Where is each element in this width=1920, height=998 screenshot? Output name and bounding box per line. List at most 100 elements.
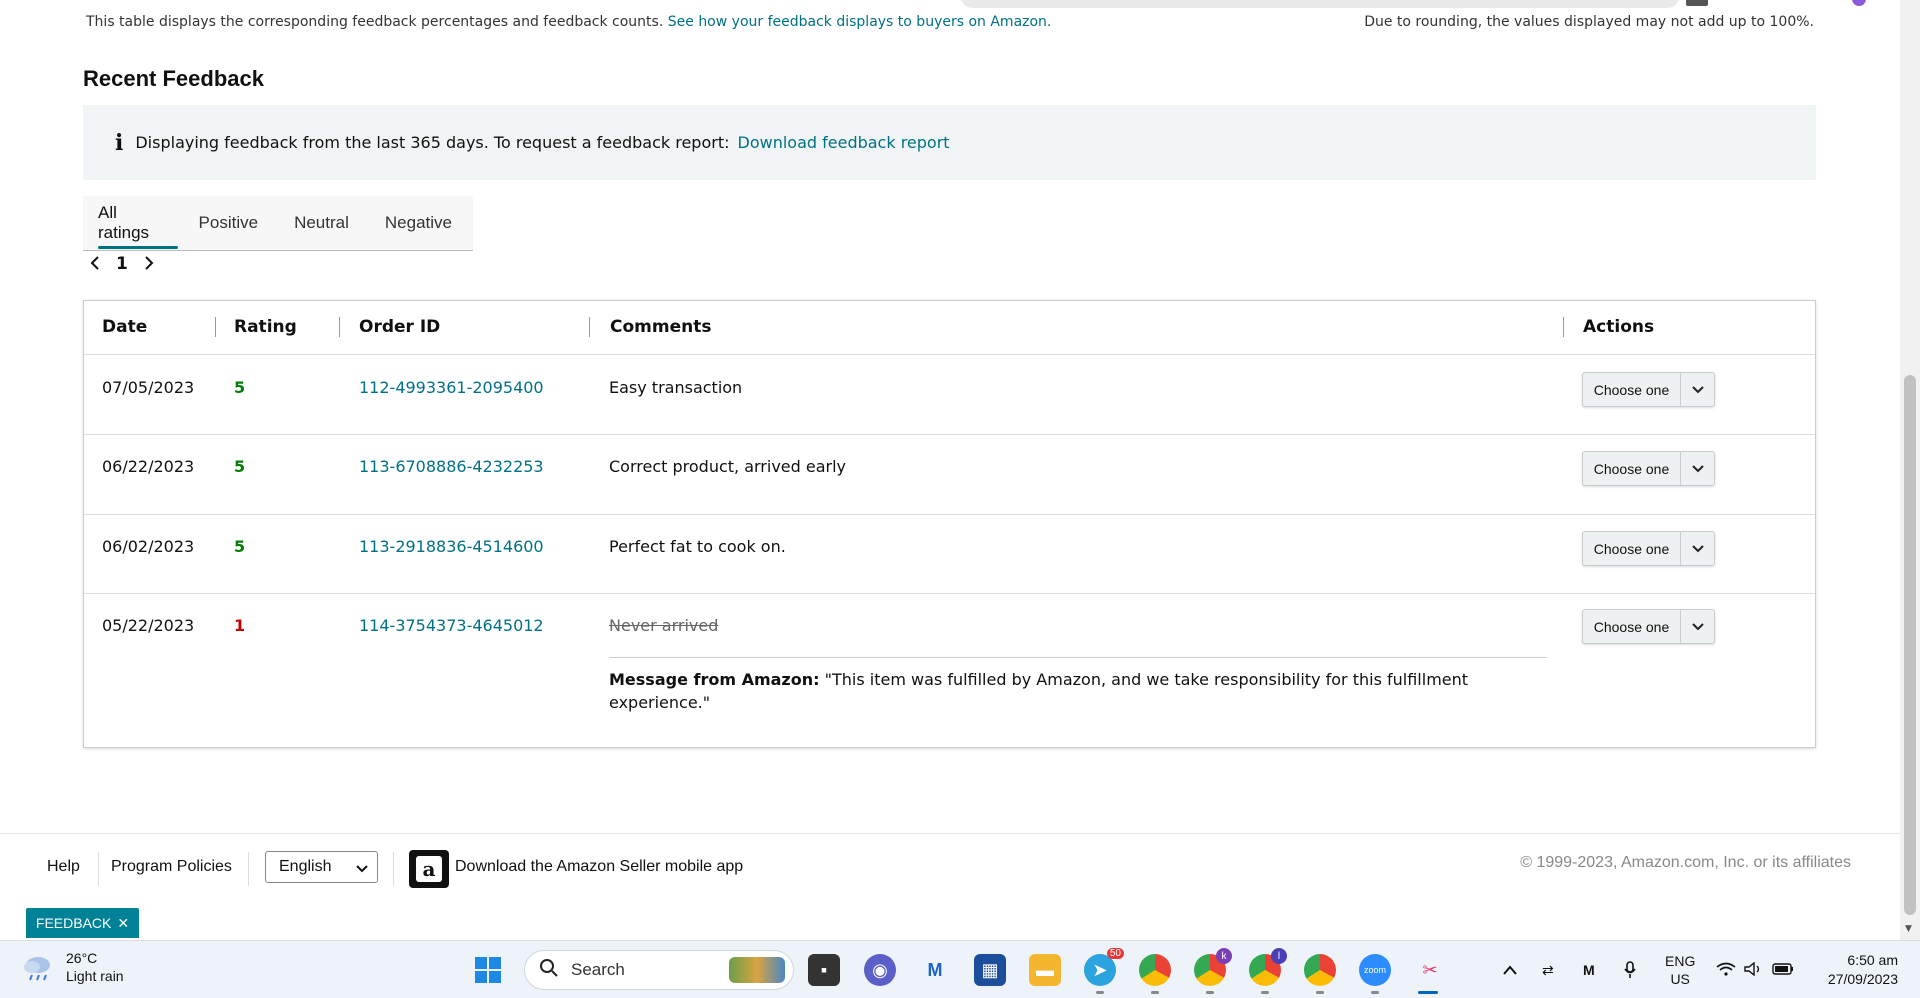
- table-row: 07/05/2023 5 112-4993361-2095400 Easy tr…: [84, 356, 1815, 435]
- search-placeholder: Search: [571, 960, 625, 979]
- mail-tray-icon[interactable]: M: [1583, 941, 1595, 998]
- feedback-display-link[interactable]: See how your feedback displays to buyers…: [668, 14, 1052, 30]
- language-code: ENG: [1665, 953, 1696, 969]
- header-comments[interactable]: Comments: [610, 317, 711, 337]
- feedback-rating: 5: [234, 457, 246, 476]
- action-dropdown[interactable]: Choose one: [1582, 531, 1715, 566]
- chrome-profile-icon[interactable]: k: [1194, 948, 1232, 986]
- help-link[interactable]: Help: [47, 858, 80, 876]
- chrome-profile-icon[interactable]: [1139, 954, 1171, 986]
- feedback-label: FEEDBACK: [35, 915, 112, 931]
- mail-app-icon[interactable]: M: [919, 954, 951, 986]
- close-icon[interactable]: ✕: [117, 915, 129, 932]
- prev-page-icon[interactable]: [90, 255, 100, 274]
- profile-letter-badge: l: [1271, 948, 1287, 964]
- chrome-profile-icon[interactable]: l: [1249, 948, 1287, 986]
- action-dropdown[interactable]: Choose one: [1582, 372, 1715, 407]
- task-view-icon[interactable]: ▪: [808, 954, 840, 986]
- running-indicator: [1206, 991, 1214, 994]
- taskbar-search[interactable]: Search: [524, 950, 794, 990]
- feedback-table: Date Rating Order ID Comments Actions 07…: [83, 300, 1816, 748]
- rounding-note: Due to rounding, the values displayed ma…: [1364, 14, 1814, 30]
- feedback-comment: Correct product, arrived early: [609, 457, 847, 476]
- language-select[interactable]: English: [265, 851, 378, 883]
- zoom-icon[interactable]: zoom: [1359, 954, 1391, 986]
- system-clock[interactable]: 6:50 am 27/09/2023: [1828, 951, 1898, 989]
- scroll-down-icon[interactable]: ▼: [1905, 924, 1912, 934]
- tab-neutral[interactable]: Neutral: [279, 196, 364, 251]
- column-divider[interactable]: [1563, 317, 1564, 337]
- windows-start-icon[interactable]: [472, 954, 504, 986]
- running-indicator: [1371, 991, 1379, 994]
- tab-positive[interactable]: Positive: [184, 196, 274, 251]
- scrollbar-thumb[interactable]: [1904, 375, 1916, 915]
- column-divider[interactable]: [589, 317, 590, 337]
- tab-negative[interactable]: Negative: [370, 196, 467, 251]
- order-id-link[interactable]: 112-4993361-2095400: [359, 378, 544, 397]
- battery-icon: [1772, 962, 1794, 978]
- tab-all-ratings[interactable]: All ratings: [83, 196, 178, 251]
- order-id-link[interactable]: 114-3754373-4645012: [359, 616, 544, 635]
- feedback-date: 05/22/2023: [102, 616, 195, 635]
- feedback-date: 07/05/2023: [102, 378, 195, 397]
- microphone-icon[interactable]: [1624, 941, 1636, 998]
- chrome-profile-icon[interactable]: [1304, 954, 1336, 986]
- microsoft-store-icon[interactable]: ▦: [974, 954, 1006, 986]
- footer-separator: [248, 852, 249, 886]
- telegram-icon[interactable]: ➤ 50: [1084, 948, 1124, 986]
- section-title: Recent Feedback: [83, 66, 264, 91]
- running-indicator: [1151, 991, 1159, 994]
- download-report-link[interactable]: Download feedback report: [738, 133, 950, 152]
- feedback-comment-struck: Never arrived: [609, 616, 719, 635]
- footer-separator: [98, 852, 99, 886]
- sync-icon[interactable]: ⇄: [1542, 941, 1554, 998]
- header-order-id[interactable]: Order ID: [359, 317, 440, 337]
- order-id-link[interactable]: 113-6708886-4232253: [359, 457, 544, 476]
- input-language[interactable]: ENG US: [1665, 941, 1695, 998]
- action-dropdown[interactable]: Choose one: [1582, 451, 1715, 486]
- profile-letter-badge: k: [1216, 948, 1232, 964]
- footer-divider: [0, 833, 1900, 834]
- chevron-down-icon: [356, 860, 368, 878]
- teams-chat-icon[interactable]: ◉: [864, 954, 896, 986]
- feedback-rating: 5: [234, 537, 246, 556]
- file-explorer-icon[interactable]: ▬: [1029, 954, 1061, 986]
- column-divider[interactable]: [339, 317, 340, 337]
- browser-toolbar-fragment: [960, 0, 1680, 8]
- pagination: 1: [90, 254, 154, 274]
- next-page-icon[interactable]: [144, 255, 154, 274]
- table-note: This table displays the corresponding fe…: [86, 14, 1052, 30]
- temperature: 26°C: [66, 950, 98, 966]
- action-dropdown[interactable]: Choose one: [1582, 609, 1715, 644]
- feedback-rating: 1: [234, 616, 246, 635]
- header-rating[interactable]: Rating: [234, 317, 297, 337]
- windows-taskbar: 26°C Light rain Search ▪ ◉ M ▦ ▬ ➤ 50 k …: [0, 940, 1920, 998]
- clock-time: 6:50 am: [1847, 952, 1898, 968]
- search-highlight-image: [729, 957, 785, 983]
- region-code: US: [1670, 971, 1690, 987]
- seller-app-link[interactable]: Download the Amazon Seller mobile app: [455, 858, 743, 876]
- profile-avatar-icon[interactable]: [1852, 0, 1866, 6]
- feedback-button[interactable]: FEEDBACK ✕: [26, 908, 139, 938]
- chevron-down-icon: [1680, 452, 1714, 485]
- info-text: Displaying feedback from the last 365 da…: [135, 133, 730, 152]
- program-policies-link[interactable]: Program Policies: [111, 858, 232, 876]
- show-hidden-icons[interactable]: [1503, 941, 1517, 998]
- info-banner: i Displaying feedback from the last 365 …: [83, 105, 1816, 180]
- feedback-date: 06/22/2023: [102, 457, 195, 476]
- column-divider[interactable]: [215, 317, 216, 337]
- extension-icon[interactable]: [1686, 0, 1708, 6]
- amazon-message: Message from Amazon: "This item was fulf…: [609, 657, 1547, 714]
- current-page[interactable]: 1: [116, 254, 128, 274]
- snipping-tool-icon[interactable]: ✂: [1414, 954, 1446, 986]
- amazon-seller-app-icon[interactable]: a: [409, 850, 449, 888]
- action-dropdown-label: Choose one: [1593, 460, 1670, 477]
- table-header: Date Rating Order ID Comments Actions: [84, 301, 1815, 355]
- weather-widget[interactable]: 26°C Light rain: [22, 949, 124, 985]
- order-id-link[interactable]: 113-2918836-4514600: [359, 537, 544, 556]
- table-notes: This table displays the corresponding fe…: [86, 14, 1814, 30]
- page-scrollbar[interactable]: ▼: [1900, 0, 1920, 940]
- rain-cloud-icon: [22, 954, 54, 981]
- header-date[interactable]: Date: [102, 317, 147, 337]
- system-tray-status[interactable]: [1716, 941, 1794, 998]
